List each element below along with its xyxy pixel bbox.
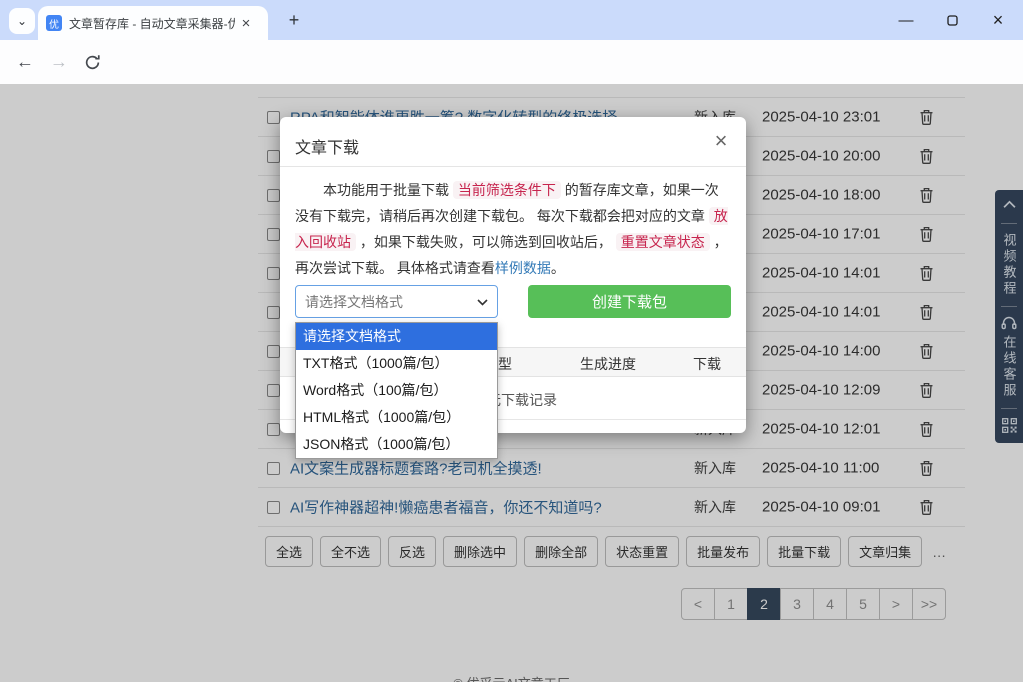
browser-tab[interactable]: 优 文章暂存库 - 自动文章采集器-优 × [38,6,268,40]
format-option[interactable]: TXT格式（1000篇/包） [296,350,497,377]
col-progress: 生成进度 [580,354,636,374]
tab-search-button[interactable]: ⌄ [9,8,35,34]
description-text: 本功能用于批量下载 [323,182,453,198]
highlighted-phrase: 重置文章状态 [616,233,710,251]
refresh-icon [84,54,101,71]
app-window: ⌄ 优 文章暂存库 - 自动文章采集器-优 × + — × ← → ucaiyu… [0,0,1023,682]
create-package-button[interactable]: 创建下载包 [528,285,731,318]
format-select[interactable]: 请选择文档格式 [295,285,498,318]
browser-toolbar: ← → ucaiyun.com/caiji/articles/ ☆ 井 ⋮ [0,40,1023,84]
col-download: 下载 [693,354,721,374]
format-option[interactable]: 请选择文档格式 [296,323,497,350]
dialog-description: 本功能用于批量下载 当前筛选条件下 的暂存库文章，如果一次没有下载完，请稍后再次… [295,177,731,281]
format-option[interactable]: HTML格式（1000篇/包） [296,404,497,431]
refresh-button[interactable] [84,54,101,76]
minimize-button[interactable]: — [883,0,929,40]
format-option[interactable]: Word格式（100篇/包） [296,377,497,404]
new-tab-button[interactable]: + [282,8,306,32]
forward-button[interactable]: → [50,52,68,73]
window-controls: — × [883,0,1021,40]
description-text: 。 [551,260,565,276]
back-button[interactable]: ← [16,52,34,73]
maximize-icon [947,15,958,26]
dialog-header: 文章下载 × [280,117,746,167]
tab-close-icon[interactable]: × [237,15,255,32]
maximize-button[interactable] [929,0,975,40]
tab-title: 文章暂存库 - 自动文章采集器-优 [69,15,235,32]
sample-data-link[interactable]: 样例数据 [495,260,551,276]
format-dropdown-list: 请选择文档格式TXT格式（1000篇/包）Word格式（100篇/包）HTML格… [295,322,498,459]
dialog-title: 文章下载 [295,134,359,158]
chevron-down-icon: ⌄ [17,14,27,28]
dialog-close-icon[interactable]: × [710,128,732,154]
window-close-button[interactable]: × [975,0,1021,40]
favicon-icon: 优 [46,15,62,31]
chevron-down-icon [477,299,488,306]
browser-titlebar: ⌄ 优 文章暂存库 - 自动文章采集器-优 × + — × [0,0,1023,40]
page-content: RPA和智能体谁更胜一筹? 数字化转型的终极选择新入库2025-04-10 23… [0,84,1023,682]
highlighted-phrase: 当前筛选条件下 [453,181,561,199]
format-select-value: 请选择文档格式 [305,292,403,312]
description-text: ，如果下载失败，可以筛选到回收站后， [356,234,616,250]
format-option[interactable]: JSON格式（1000篇/包） [296,431,497,458]
